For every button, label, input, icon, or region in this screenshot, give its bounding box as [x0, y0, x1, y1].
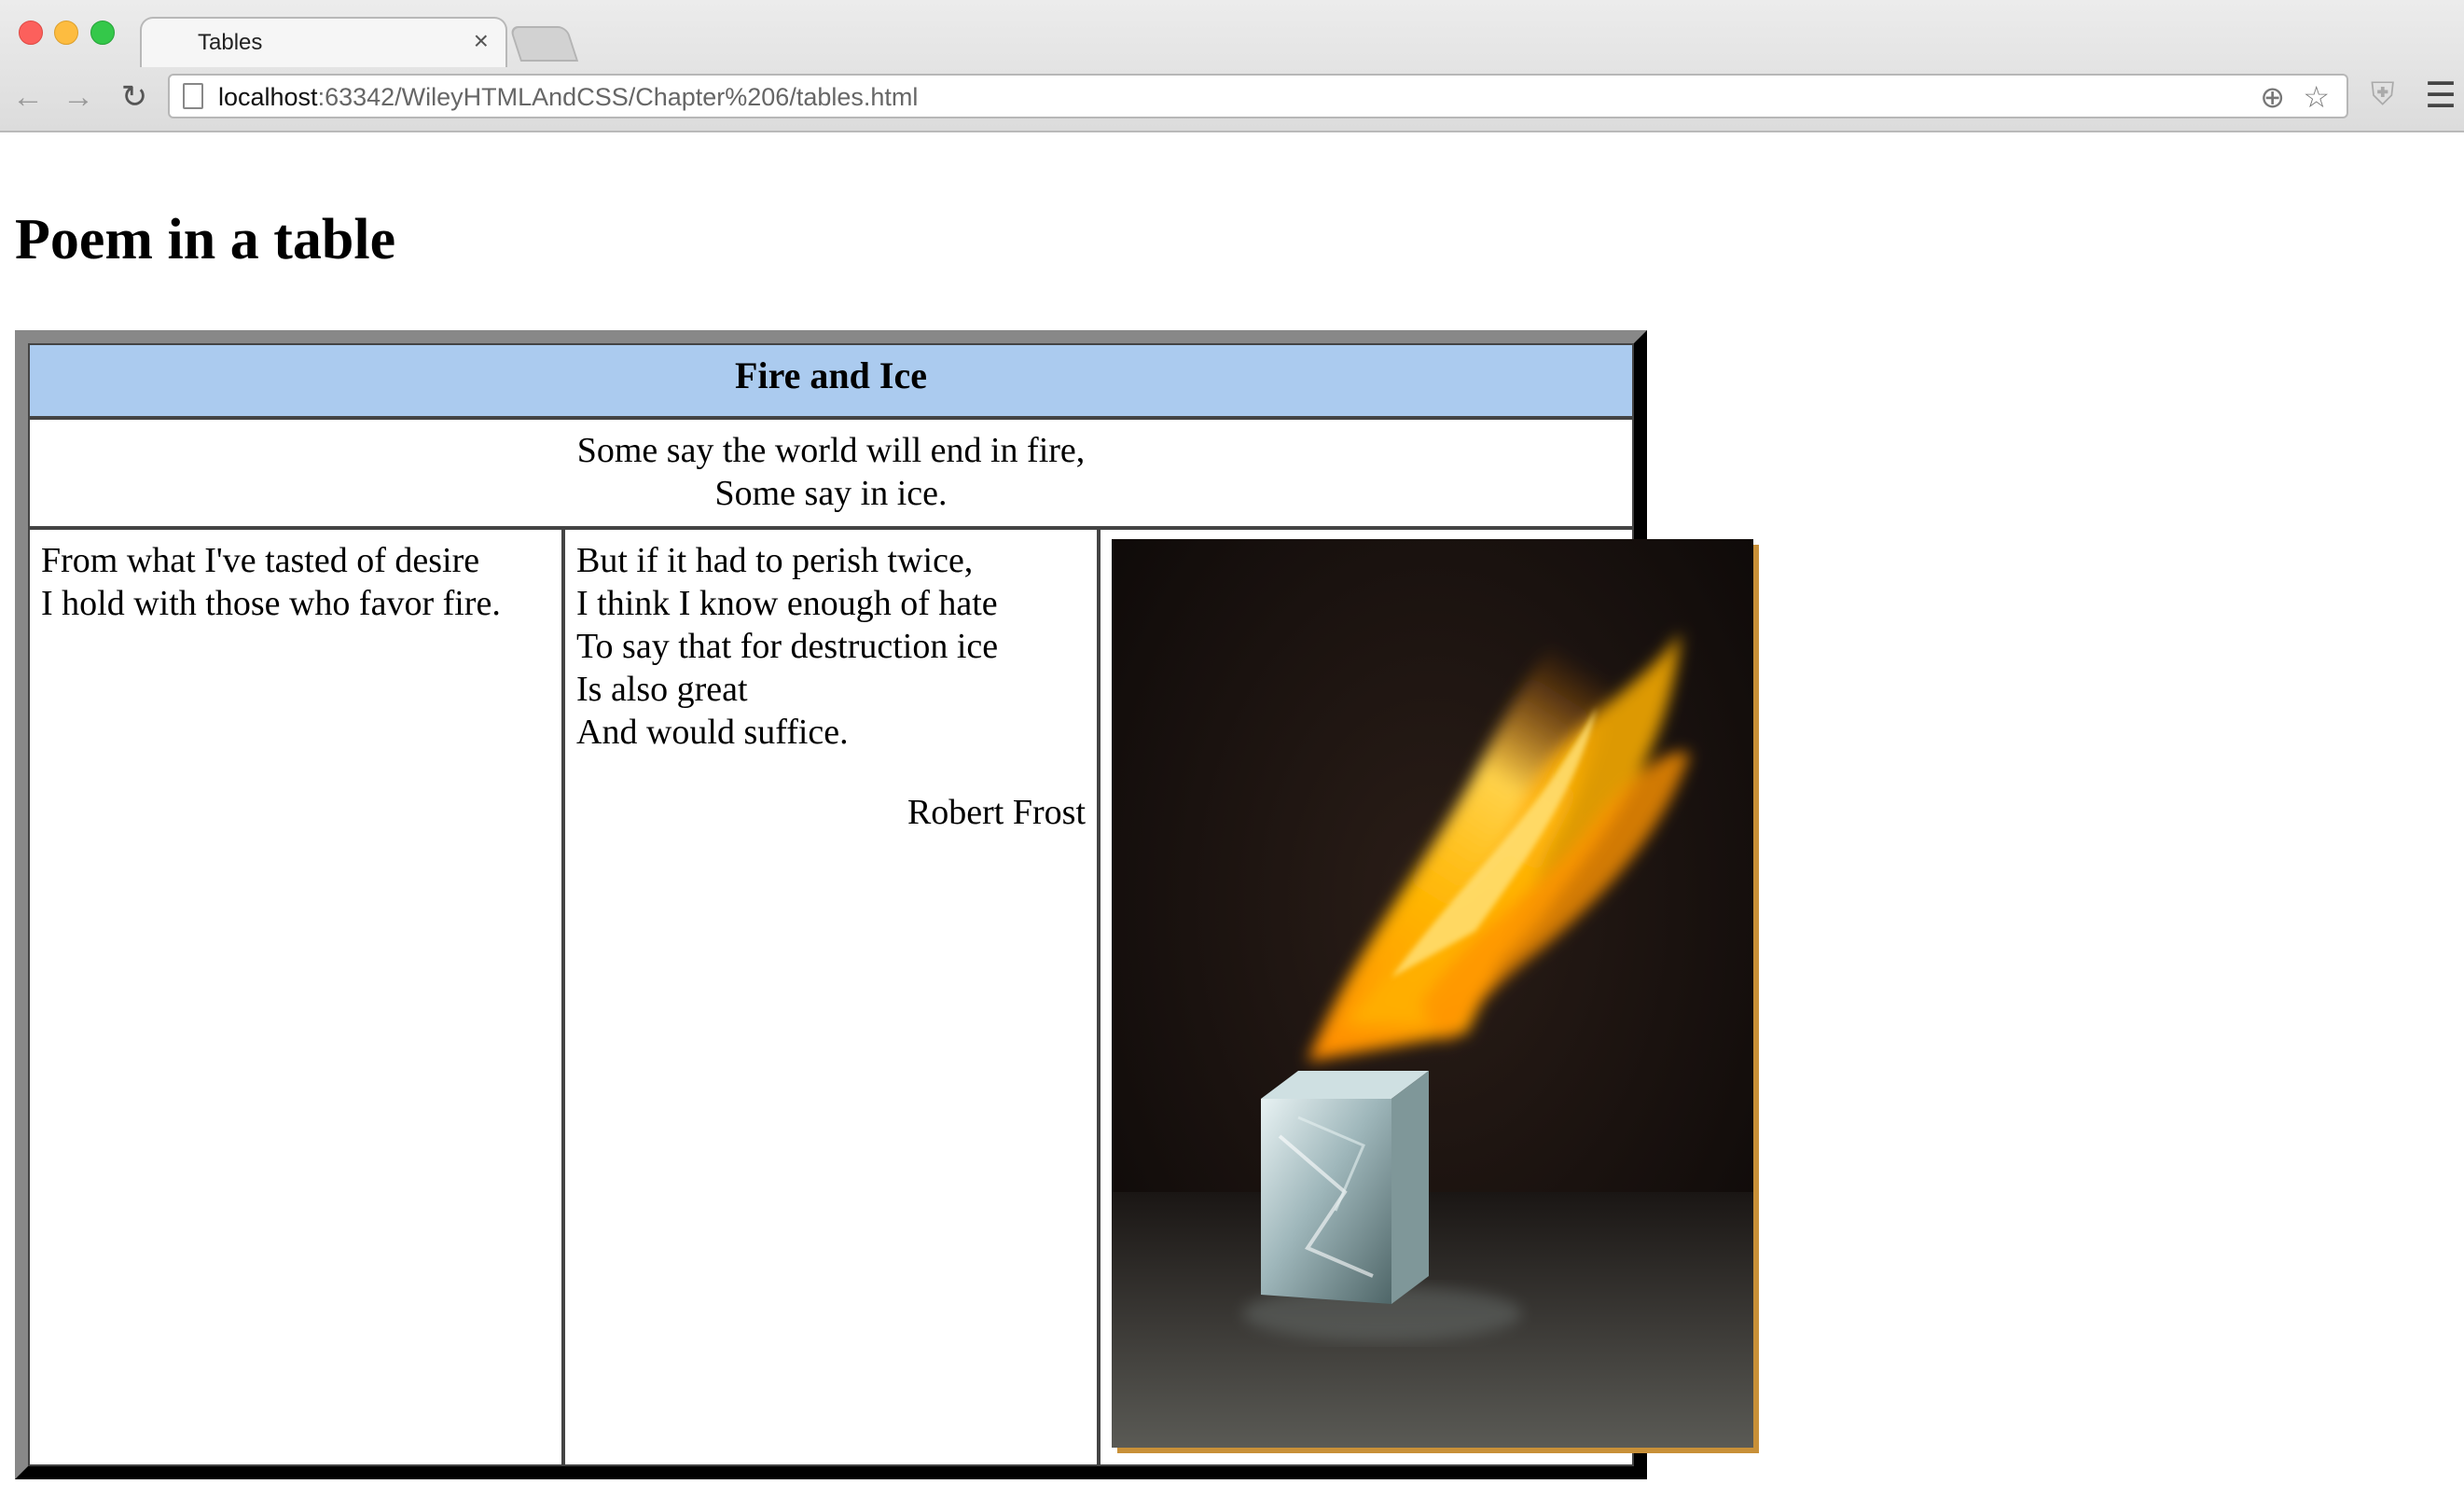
page-title: Poem in a table	[15, 208, 396, 271]
poem-line: Is also great	[576, 670, 748, 709]
fire-ice-illustration	[1112, 539, 1753, 1448]
url-host: localhost	[218, 83, 318, 111]
new-tab-button[interactable]	[508, 26, 579, 62]
forward-arrow-icon[interactable]: →	[60, 78, 97, 116]
intro-cell: Some say the world will end in fire, Som…	[28, 418, 1634, 528]
close-window-button[interactable]	[19, 21, 43, 45]
back-arrow-icon[interactable]: ←	[9, 78, 47, 116]
address-bar[interactable]: localhost:63342/WileyHTMLAndCSS/Chapter%…	[168, 74, 2348, 118]
ice-cube	[1261, 1071, 1429, 1304]
minimize-window-button[interactable]	[54, 21, 78, 45]
url-text[interactable]: localhost:63342/WileyHTMLAndCSS/Chapter%…	[218, 83, 918, 112]
author: Robert Frost	[907, 793, 1086, 832]
page-icon	[183, 83, 203, 109]
zoom-window-button[interactable]	[90, 21, 115, 45]
zoom-icon[interactable]: ⊕	[2260, 79, 2285, 115]
shield-icon[interactable]: ⛨	[2371, 76, 2395, 113]
browser-tab[interactable]: Tables ×	[140, 17, 507, 67]
star-icon[interactable]: ☆	[2303, 79, 2330, 115]
tab-title: Tables	[198, 30, 263, 55]
poem-cell-left: From what I've tasted of desire I hold w…	[28, 528, 563, 1466]
poem-line: Some say the world will end in fire,	[576, 431, 1086, 470]
fire-and-ice-image	[1112, 539, 1753, 1448]
page-content: Poem in a table Fire and Ice Some say th…	[0, 132, 2464, 1498]
browser-chrome: Tables × ← → ↻ localhost:63342/WileyHTML…	[0, 0, 2464, 132]
tab-close-icon[interactable]: ×	[474, 26, 489, 56]
poem-line: I hold with those who favor fire.	[41, 584, 501, 623]
poem-table: Fire and Ice Some say the world will end…	[15, 330, 1753, 1479]
poem-line: I think I know enough of hate	[576, 584, 998, 623]
poem-line: From what I've tasted of desire	[41, 541, 480, 580]
poem-cell-middle: But if it had to perish twice, I think I…	[563, 528, 1099, 1466]
poem-line: And would suffice.	[576, 713, 849, 752]
hamburger-menu-icon[interactable]: ☰	[2425, 75, 2457, 117]
table-header: Fire and Ice	[28, 343, 1634, 418]
reload-icon[interactable]: ↻	[116, 78, 153, 116]
image-cell	[1099, 528, 1753, 1466]
poem-line: To say that for destruction ice	[576, 627, 999, 666]
poem-line: Some say in ice.	[714, 474, 948, 513]
url-path: :63342/WileyHTMLAndCSS/Chapter%206/table…	[317, 83, 919, 111]
poem-line: But if it had to perish twice,	[576, 541, 974, 580]
